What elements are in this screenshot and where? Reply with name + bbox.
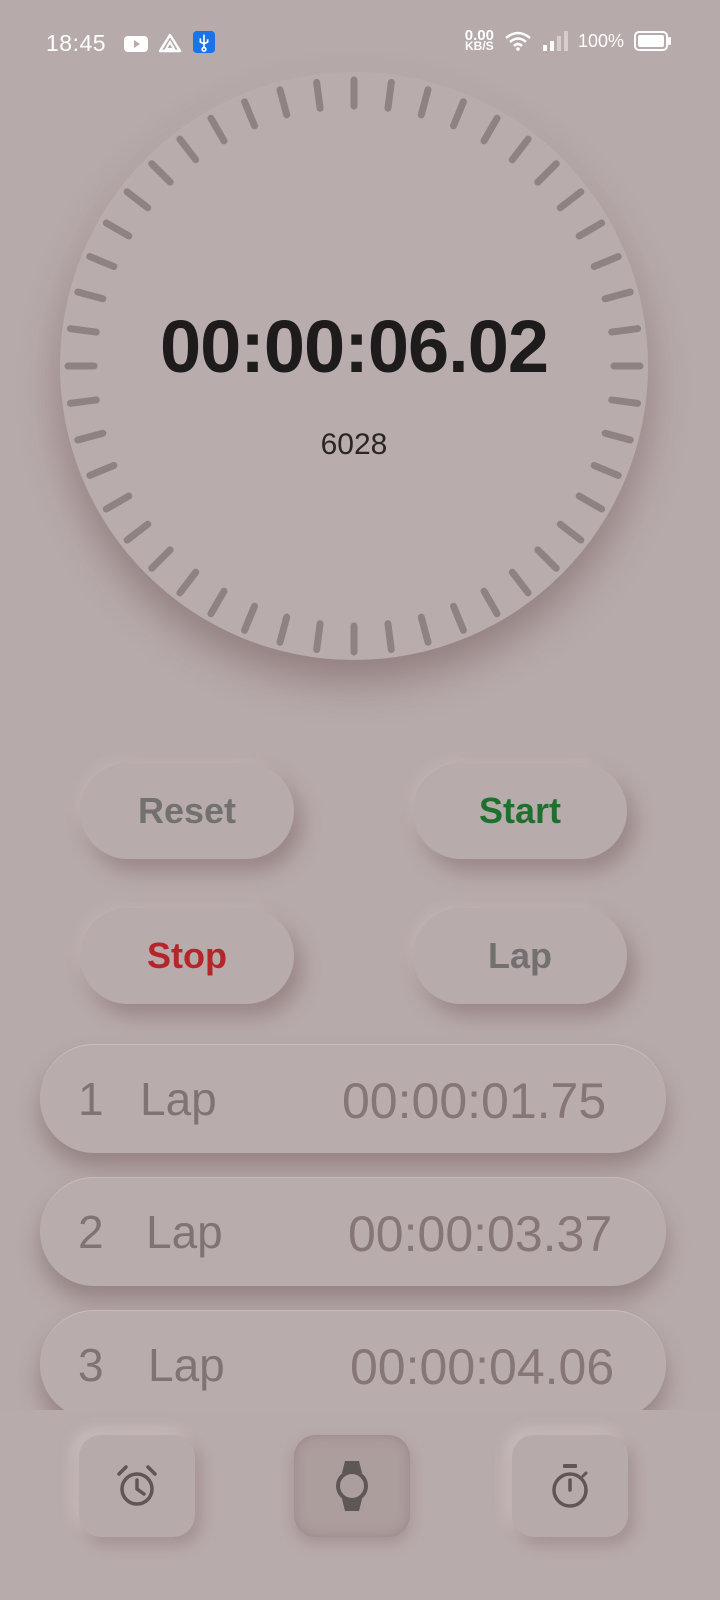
- reset-button[interactable]: Reset: [80, 763, 294, 859]
- dial-tick: [480, 114, 501, 145]
- lap-number: 1: [78, 1073, 104, 1125]
- dial-tick: [241, 98, 259, 130]
- dial-tick: [123, 520, 152, 544]
- dial-tick: [601, 288, 634, 303]
- dial-tick: [86, 253, 118, 271]
- dial-tick: [148, 160, 174, 186]
- dial-tick: [575, 492, 606, 513]
- lap-time: 00:00:01.75: [342, 1073, 607, 1129]
- nav-stopwatch-button[interactable]: [512, 1435, 628, 1537]
- lap-label: Lap: [146, 1206, 223, 1258]
- dial-tick: [276, 86, 291, 119]
- lap-number: 3: [78, 1339, 104, 1391]
- dial-tick: [384, 620, 395, 654]
- dial-tick: [534, 546, 560, 572]
- usb-icon: [193, 31, 215, 53]
- dial-tick: [86, 461, 118, 479]
- dial-tick: [207, 587, 228, 618]
- nav-watch-button[interactable]: [294, 1435, 410, 1537]
- youtube-icon: [124, 36, 148, 52]
- stopwatch-icon: [552, 1464, 588, 1508]
- elapsed-milliseconds: 6028: [320, 428, 388, 461]
- lap-label: Lap: [148, 1339, 225, 1391]
- dial-tick: [276, 613, 291, 646]
- dial-tick: [449, 602, 467, 634]
- dial-tick: [449, 98, 467, 130]
- battery-percent: 100%: [577, 30, 624, 51]
- dial-tick: [590, 461, 622, 479]
- dial-tick: [123, 188, 152, 212]
- dial-tick: [74, 288, 107, 303]
- dial-tick: [384, 78, 395, 112]
- dial-tick: [590, 253, 622, 271]
- network-speed: 0.00 KB/S: [465, 28, 494, 53]
- dial-tick: [176, 568, 200, 597]
- network-speed-unit: KB/S: [465, 39, 494, 53]
- status-time: 18:45: [46, 30, 107, 56]
- alarm-clock-icon: [117, 1465, 157, 1506]
- nav-alarm-button[interactable]: [79, 1435, 195, 1537]
- elapsed-time: 00:00:06.02: [159, 305, 549, 388]
- dial-tick: [417, 613, 432, 646]
- lap-row: 1 Lap 00:00:01.75: [40, 1045, 666, 1153]
- dial-tick: [508, 135, 532, 164]
- dial-tick: [480, 587, 501, 618]
- dial-tick: [534, 160, 560, 186]
- lap-button[interactable]: Lap: [413, 908, 627, 1004]
- battery-icon: [634, 31, 671, 51]
- start-button[interactable]: Start: [413, 763, 627, 859]
- dial-tick: [508, 568, 532, 597]
- lap-row: 2 Lap 00:00:03.37: [40, 1178, 666, 1286]
- dial-tick: [313, 620, 324, 654]
- dial-tick: [207, 114, 228, 145]
- dial-tick: [313, 78, 324, 112]
- lap-time: 00:00:04.06: [350, 1339, 615, 1395]
- dial-tick: [575, 219, 606, 240]
- dial-tick: [102, 492, 133, 513]
- lap-row: 3 Lap 00:00:04.06: [40, 1311, 666, 1419]
- dial-tick: [556, 188, 585, 212]
- dial-tick: [608, 396, 642, 407]
- dial-tick: [66, 396, 100, 407]
- lap-number: 2: [78, 1206, 104, 1258]
- signal-icon: [542, 31, 568, 51]
- dial-tick: [241, 602, 259, 634]
- wifi-icon: [505, 31, 531, 51]
- lap-time: 00:00:03.37: [348, 1206, 613, 1262]
- dial-tick: [417, 86, 432, 119]
- watch-icon: [336, 1461, 368, 1511]
- dial-tick: [148, 546, 174, 572]
- stop-button[interactable]: Stop: [80, 908, 294, 1004]
- dial-tick: [556, 520, 585, 544]
- drive-icon: [158, 33, 182, 53]
- stopwatch-dial: 00:00:06.02 6028: [60, 72, 648, 660]
- lap-label: Lap: [140, 1073, 217, 1125]
- dial-tick: [176, 135, 200, 164]
- dial-tick: [102, 219, 133, 240]
